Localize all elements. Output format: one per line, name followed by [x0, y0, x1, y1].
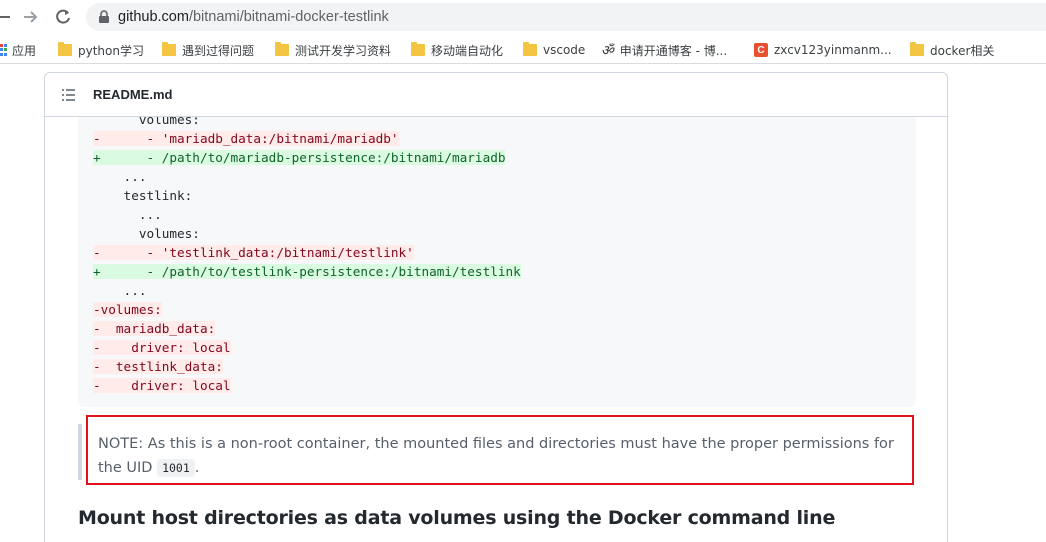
bookmark-vscode[interactable]: vscode — [523, 41, 585, 59]
url-host: github.com — [118, 9, 189, 25]
csdn-c-icon: C — [754, 43, 768, 57]
address-bar: github.com/bitnami/bitnami-docker-testli… — [0, 0, 1046, 34]
bookmark-mobile-automation[interactable]: 移动端自动化 — [411, 41, 503, 59]
bookmark-blog[interactable]: ॐ 申请开通博客 - 博... — [601, 41, 727, 59]
note-blockquote: NOTE: As this is a non-root container, t… — [78, 424, 916, 480]
code-line-text: - - 'mariadb_data:/bitnami/mariadb' — [93, 131, 399, 146]
readme-title: README.md — [93, 87, 173, 102]
script-logo-icon: ॐ — [601, 42, 614, 59]
code-line-text: testlink: — [93, 188, 193, 203]
bookmarks-bar: 应用 python学习 遇到过得问题 测试开发学习资料 移动端自动化 vscod… — [0, 34, 1046, 64]
bookmark-test-dev[interactable]: 测试开发学习资料 — [275, 41, 391, 59]
code-line-del: - driver: local — [93, 376, 521, 395]
code-line-del: -volumes: — [93, 300, 521, 319]
folder-icon — [58, 42, 72, 56]
code-line-ctx: volumes: — [93, 224, 521, 243]
folder-icon — [162, 42, 176, 56]
code-line-add: + - /path/to/mariadb-persistence:/bitnam… — [93, 148, 521, 167]
uid-inline-code: 1001 — [157, 459, 195, 477]
bookmark-label: vscode — [543, 43, 586, 57]
code-line-del: - testlink_data: — [93, 357, 521, 376]
reload-icon[interactable] — [52, 6, 74, 28]
back-arrow-icon[interactable] — [0, 6, 14, 28]
bookmark-csdn[interactable]: C zxcv123yinmanm... — [754, 41, 892, 59]
code-lines: volumes: - - 'mariadb_data:/bitnami/maria… — [93, 117, 521, 395]
code-line-text: volumes: — [93, 226, 200, 241]
list-unordered-icon[interactable] — [61, 87, 77, 103]
forward-arrow-icon[interactable] — [20, 6, 42, 28]
code-line-ctx: ... — [93, 167, 521, 186]
code-line-text: ... — [93, 283, 147, 298]
code-line-ctx: testlink: — [93, 186, 521, 205]
code-line-del: - - 'testlink_data:/bitnami/testlink' — [93, 243, 521, 262]
folder-icon — [910, 42, 924, 56]
bookmark-label: docker相关 — [930, 43, 995, 58]
url-path: /bitnami/bitnami-docker-testlink — [188, 9, 389, 25]
bookmark-label: 测试开发学习资料 — [295, 43, 392, 58]
folder-icon — [523, 42, 537, 56]
code-line-text: - testlink_data: — [93, 359, 223, 374]
note-text: NOTE: As this is a non-root container, t… — [98, 436, 894, 476]
page-content: README.md volumes: - - 'mariadb_data:/bit… — [0, 65, 1046, 542]
code-line-del: - mariadb_data: — [93, 319, 521, 338]
omnibox[interactable]: github.com/bitnami/bitnami-docker-testli… — [86, 3, 1046, 31]
code-line-add: + - /path/to/testlink-persistence:/bitna… — [93, 262, 521, 281]
code-line-text: ... — [93, 169, 147, 184]
bookmark-problems[interactable]: 遇到过得问题 — [162, 41, 254, 59]
bookmark-label: 遇到过得问题 — [182, 43, 255, 58]
code-line-ctx: volumes: — [93, 117, 521, 129]
code-line-text: + - /path/to/mariadb-persistence:/bitnam… — [93, 150, 506, 165]
lock-icon[interactable] — [90, 10, 118, 24]
code-line-text: ... — [93, 207, 162, 222]
bookmark-docker[interactable]: docker相关 — [910, 41, 994, 59]
readme-header: README.md — [45, 73, 947, 117]
bookmark-python[interactable]: python学习 — [58, 41, 144, 59]
note-text-end: . — [194, 460, 200, 476]
code-block: volumes: - - 'mariadb_data:/bitnami/maria… — [78, 117, 916, 407]
bookmark-label: 申请开通博客 - 博... — [619, 43, 728, 58]
bookmark-label: zxcv123yinmanm... — [774, 43, 892, 57]
apps-grid-icon — [0, 44, 7, 56]
code-line-del: - driver: local — [93, 338, 521, 357]
code-line-text: - driver: local — [93, 340, 231, 355]
bookmark-label: python学习 — [78, 43, 144, 58]
code-line-ctx: ... — [93, 205, 521, 224]
code-line-text: -volumes: — [93, 302, 162, 317]
url-text: github.com/bitnami/bitnami-docker-testli… — [118, 9, 389, 25]
folder-icon — [411, 42, 425, 56]
bookmark-label: 应用 — [12, 43, 37, 58]
bookmark-label: 移动端自动化 — [431, 43, 504, 58]
section-heading: Mount host directories as data volumes u… — [78, 507, 836, 529]
code-line-text: volumes: — [93, 117, 200, 127]
code-line-text: - mariadb_data: — [93, 321, 216, 336]
readme-container: README.md volumes: - - 'mariadb_data:/bit… — [44, 72, 948, 542]
code-line-del: - - 'mariadb_data:/bitnami/mariadb' — [93, 129, 521, 148]
code-line-text: - - 'testlink_data:/bitnami/testlink' — [93, 245, 414, 260]
bookmark-apps[interactable]: 应用 — [0, 41, 36, 59]
folder-icon — [275, 42, 289, 56]
code-line-text: - driver: local — [93, 378, 231, 393]
code-line-text: + - /path/to/testlink-persistence:/bitna… — [93, 264, 521, 279]
code-line-ctx: ... — [93, 281, 521, 300]
